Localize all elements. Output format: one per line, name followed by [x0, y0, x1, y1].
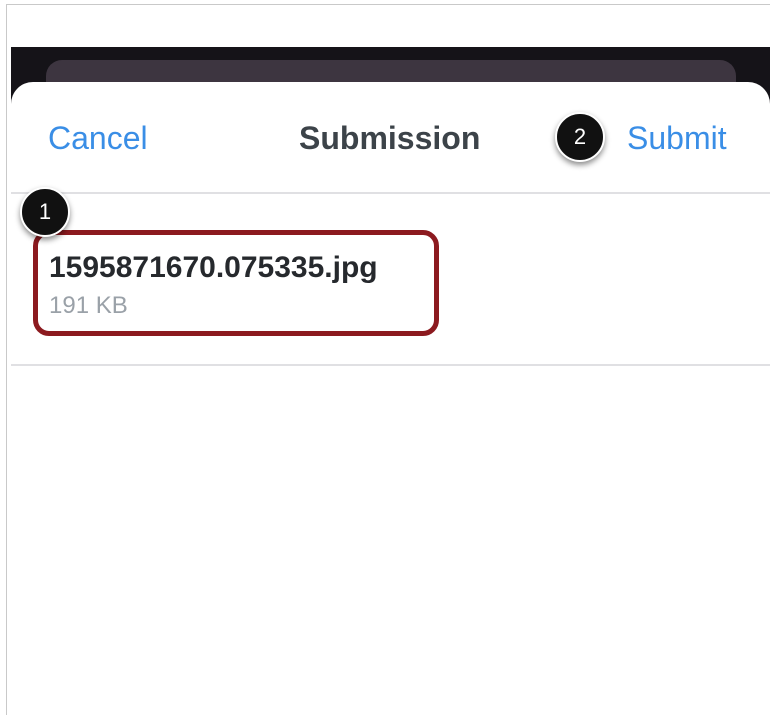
page-title: Submission	[299, 120, 481, 156]
nav-bar: Cancel Submission Submit	[11, 82, 770, 194]
file-highlight-box	[33, 230, 439, 336]
submit-button[interactable]: Submit	[627, 120, 727, 157]
cancel-button[interactable]: Cancel	[48, 120, 148, 157]
callout-badge-1: 1	[20, 187, 70, 237]
callout-badge-2: 2	[555, 112, 605, 162]
submission-sheet: Cancel Submission Submit 1595871670.0753…	[11, 82, 770, 715]
